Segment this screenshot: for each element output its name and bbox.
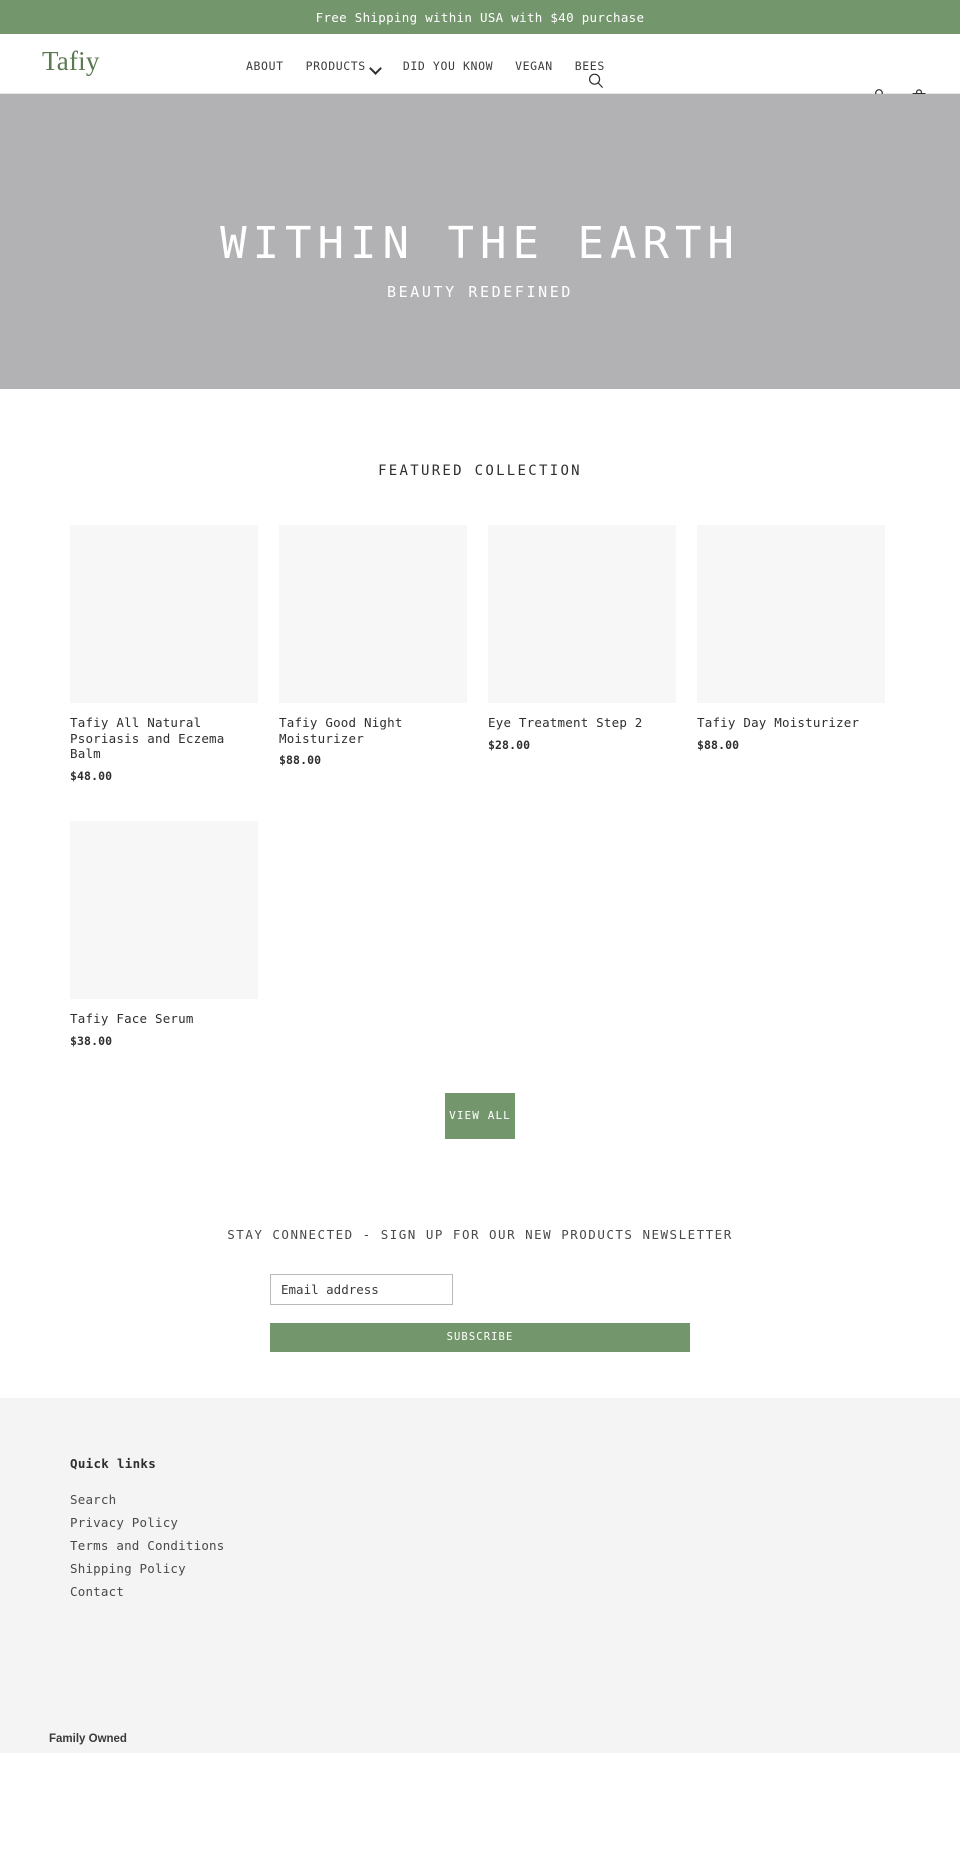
product-price: $38.00 xyxy=(70,1033,113,1048)
view-all-wrapper: VIEW ALL xyxy=(0,1092,960,1139)
product-image-placeholder xyxy=(279,525,467,703)
product-card[interactable]: Tafiy Day Moisturizer $88.00 xyxy=(697,525,885,783)
section-title: FEATURED COLLECTION xyxy=(378,463,582,479)
footer-link-search[interactable]: Search xyxy=(70,1492,960,1507)
nav-item-label: BEES xyxy=(574,59,605,73)
product-image-placeholder xyxy=(488,525,676,703)
product-card[interactable]: Tafiy Good Night Moisturizer $88.00 xyxy=(279,525,467,783)
email-field[interactable] xyxy=(270,1273,453,1305)
main-navigation: ABOUT PRODUCTS DID YOU KNOW VEGAN BEES xyxy=(246,59,605,73)
product-image-placeholder xyxy=(70,820,258,999)
subscribe-button[interactable]: SUBSCRIBE xyxy=(270,1322,690,1352)
nav-item-label: PRODUCTS xyxy=(305,59,366,73)
nav-item-about[interactable]: ABOUT xyxy=(246,59,284,73)
nav-item-label: ABOUT xyxy=(246,59,284,73)
footer-link-contact[interactable]: Contact xyxy=(70,1584,960,1599)
announcement-bar: Free Shipping within USA with $40 purcha… xyxy=(0,0,960,34)
newsletter-section: STAY CONNECTED - SIGN UP FOR OUR NEW PRO… xyxy=(0,1227,960,1398)
nav-item-label: VEGAN xyxy=(515,59,553,73)
product-price: $88.00 xyxy=(279,753,322,768)
product-title: Eye Treatment Step 2 xyxy=(488,715,643,730)
featured-collection-section: FEATURED COLLECTION Tafiy All Natural Ps… xyxy=(0,389,960,1139)
footer-link-shipping-policy[interactable]: Shipping Policy xyxy=(70,1561,960,1576)
nav-item-did-you-know[interactable]: DID YOU KNOW xyxy=(403,59,493,73)
search-icon[interactable] xyxy=(586,72,606,92)
site-logo[interactable]: Tafiy xyxy=(42,48,100,75)
product-title: Tafiy All Natural Psoriasis and Eczema B… xyxy=(70,715,225,762)
newsletter-form: SUBSCRIBE xyxy=(270,1273,690,1352)
product-card[interactable]: Tafiy All Natural Psoriasis and Eczema B… xyxy=(70,525,258,783)
nav-item-label: DID YOU KNOW xyxy=(402,59,494,73)
footer-link-privacy-policy[interactable]: Privacy Policy xyxy=(70,1515,960,1530)
hero-banner: WITHIN THE EARTH BEAUTY REDEFINED xyxy=(0,94,960,389)
footer-quick-links: Quick links Search Privacy Policy Terms … xyxy=(0,1456,960,1599)
product-title: Tafiy Good Night Moisturizer xyxy=(279,715,403,746)
product-price: $48.00 xyxy=(70,768,113,783)
nav-item-bees[interactable]: BEES xyxy=(575,59,605,73)
product-title: Tafiy Face Serum xyxy=(70,1010,194,1026)
footer-heading: Quick links xyxy=(70,1455,157,1471)
site-header: Tafiy ABOUT PRODUCTS DID YOU KNOW VEGAN … xyxy=(0,34,960,106)
product-grid: Tafiy All Natural Psoriasis and Eczema B… xyxy=(70,525,890,1048)
hero-title: WITHIN THE EARTH xyxy=(220,218,740,270)
product-title: Tafiy Day Moisturizer xyxy=(697,715,860,730)
view-all-button[interactable]: VIEW ALL xyxy=(445,1092,515,1139)
announcement-text: Free Shipping within USA with $40 purcha… xyxy=(315,9,645,25)
site-footer: Quick links Search Privacy Policy Terms … xyxy=(0,1397,960,1753)
footer-link-terms-and-conditions[interactable]: Terms and Conditions xyxy=(70,1538,960,1553)
newsletter-title: STAY CONNECTED - SIGN UP FOR OUR NEW PRO… xyxy=(227,1226,733,1242)
hero-subtitle: BEAUTY REDEFINED xyxy=(386,282,574,301)
product-card[interactable]: Tafiy Face Serum $38.00 xyxy=(70,820,258,1048)
product-price: $28.00 xyxy=(488,737,531,752)
footer-bottom-text: Family Owned xyxy=(49,1732,127,1745)
nav-item-vegan[interactable]: VEGAN xyxy=(515,59,553,73)
product-card[interactable]: Eye Treatment Step 2 $28.00 xyxy=(488,525,676,783)
product-image-placeholder xyxy=(70,525,258,703)
product-image-placeholder xyxy=(697,525,885,703)
nav-item-products[interactable]: PRODUCTS xyxy=(306,59,381,73)
product-price: $88.00 xyxy=(697,737,740,752)
chevron-down-icon xyxy=(370,64,381,71)
